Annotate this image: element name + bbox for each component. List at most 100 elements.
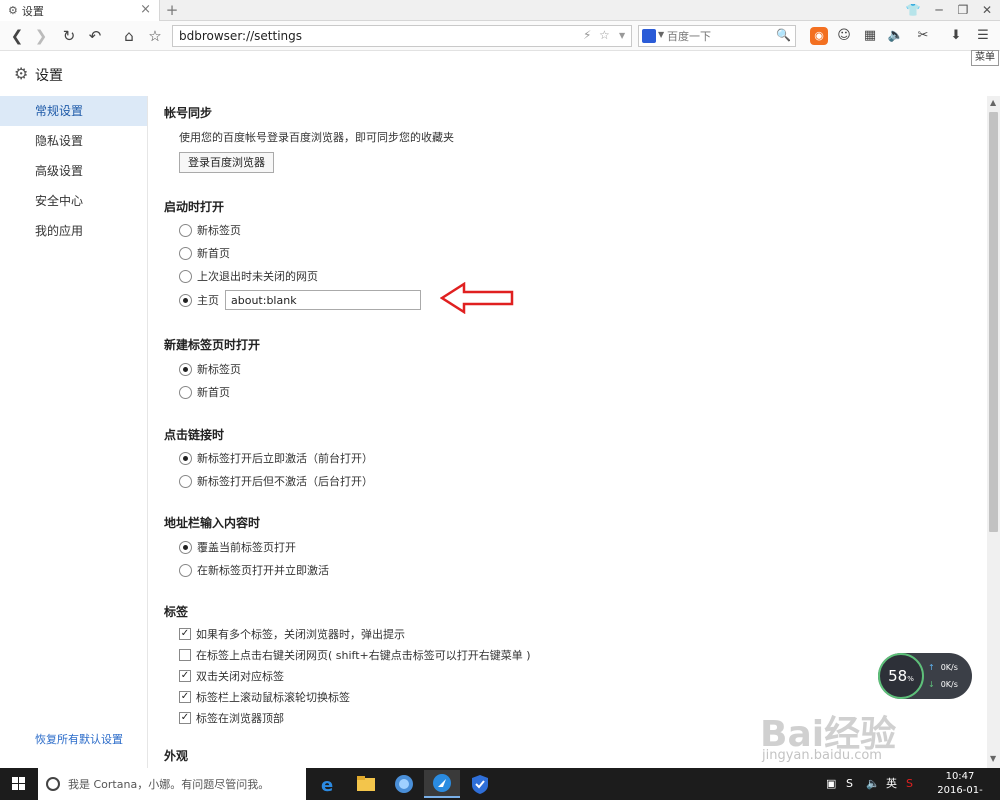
close-tab-icon[interactable]: × <box>140 3 151 17</box>
extension-orange-icon[interactable]: ◉ <box>810 27 828 45</box>
skin-icon[interactable]: 👕 <box>900 0 926 21</box>
chevron-down-icon[interactable]: ▼ <box>658 30 664 39</box>
scroll-up-icon[interactable]: ▲ <box>990 98 996 107</box>
watermark-url: jingyan.baidu.com <box>762 748 882 763</box>
minimize-button[interactable]: ─ <box>926 0 952 21</box>
checkbox-checked[interactable]: ✓ <box>179 691 191 703</box>
radio-button[interactable] <box>179 269 192 283</box>
tabs-option-top[interactable]: ✓ 标签在浏览器顶部 <box>179 709 284 727</box>
lightning-icon[interactable]: ⚡ <box>583 28 591 42</box>
addressbar-option-current[interactable]: 覆盖当前标签页打开 <box>179 538 296 556</box>
startup-option-homepage[interactable]: 主页 <box>179 289 421 311</box>
section-title-links: 点击链接时 <box>164 428 225 442</box>
upload-speed: ↑ 0K/s <box>928 663 958 672</box>
restore-defaults-link[interactable]: 恢复所有默认设置 <box>35 731 123 747</box>
sound-icon[interactable]: 🔈 <box>885 25 907 47</box>
address-bar[interactable]: bdbrowser://settings ⚡ ☆ ▼ <box>172 25 632 47</box>
search-icon[interactable]: 🔍 <box>776 28 791 42</box>
file-explorer-icon[interactable] <box>348 770 384 798</box>
tabs-option-right-click-close[interactable]: 在标签上点击右键关闭网页( shift+右键点击标签可以打开右键菜单 ) <box>179 646 531 664</box>
links-option-background[interactable]: 新标签打开后但不激活（后台打开） <box>179 472 373 490</box>
links-option-foreground[interactable]: 新标签打开后立即激活（前台打开） <box>179 449 373 467</box>
apps-grid-icon[interactable]: ▦ <box>859 25 881 47</box>
windows-logo-icon <box>12 777 25 790</box>
menu-icon[interactable]: ☰ <box>972 25 994 47</box>
forward-button[interactable]: ❯ <box>30 25 52 47</box>
sidebar-item-privacy[interactable]: 隐私设置 <box>0 126 147 156</box>
scroll-down-icon[interactable]: ▼ <box>990 754 996 763</box>
addressbar-option-newtab[interactable]: 在新标签页打开并立即激活 <box>179 561 329 579</box>
content-scrollbar[interactable]: ▲ ▼ <box>987 96 1000 768</box>
radio-button-selected[interactable] <box>179 540 192 554</box>
tray-network-icon[interactable]: ▣ <box>826 768 836 800</box>
reload-button[interactable]: ↻ <box>58 25 80 47</box>
windows-start-button[interactable] <box>0 768 38 800</box>
star-icon[interactable]: ☆ <box>144 25 166 47</box>
edge-app-icon[interactable]: e <box>310 770 346 798</box>
back-button[interactable]: ❮ <box>6 25 28 47</box>
radio-button[interactable] <box>179 223 192 237</box>
chevron-down-icon[interactable]: ▼ <box>619 31 625 40</box>
menu-tooltip: 菜单 <box>971 50 999 66</box>
startup-option-newhome[interactable]: 新首页 <box>179 244 230 262</box>
radio-button[interactable] <box>179 474 192 488</box>
address-text[interactable]: bdbrowser://settings <box>179 29 302 43</box>
radio-button-selected[interactable] <box>179 293 192 307</box>
download-icon[interactable]: ⬇ <box>945 25 967 47</box>
restore-button[interactable]: ❐ <box>950 0 976 21</box>
radio-button-selected[interactable] <box>179 451 192 465</box>
sidebar-item-my-apps[interactable]: 我的应用 <box>0 216 147 246</box>
sidebar-item-advanced[interactable]: 高级设置 <box>0 156 147 186</box>
search-input[interactable] <box>667 28 777 44</box>
cortana-search-box[interactable]: 我是 Cortana，小娜。有问题尽管问我。 <box>38 768 306 800</box>
new-tab-button[interactable]: + <box>163 1 181 19</box>
globe-browser-icon[interactable] <box>386 770 422 798</box>
page-title: 设置 <box>35 68 63 84</box>
newtab-option-newtab[interactable]: 新标签页 <box>179 360 241 378</box>
section-title-addressbar: 地址栏输入内容时 <box>164 516 261 530</box>
network-speed-widget[interactable]: 58% ↑ 0K/s ↓ 0K/s <box>878 653 972 699</box>
tab-settings[interactable]: ⚙ 设置 × <box>0 0 160 21</box>
login-button[interactable]: 登录百度浏览器 <box>179 152 274 173</box>
radio-button[interactable] <box>179 246 192 260</box>
radio-button[interactable] <box>179 385 192 399</box>
baidu-logo-icon[interactable] <box>642 29 656 43</box>
ime-indicator[interactable]: 英 <box>886 768 897 800</box>
tray-app-icon[interactable]: S <box>846 768 853 800</box>
toolbar: ❮ ❯ ↻ ↶ ⌂ ☆ bdbrowser://settings ⚡ ☆ ▼ ▼… <box>0 21 1000 51</box>
startup-option-restore[interactable]: 上次退出时未关闭的网页 <box>179 267 318 285</box>
section-title-appearance: 外观 <box>164 749 189 763</box>
tabs-option-double-click-close[interactable]: ✓ 双击关闭对应标签 <box>179 667 284 685</box>
tray-volume-icon[interactable]: 🔈 <box>866 768 880 800</box>
newtab-option-newhome[interactable]: 新首页 <box>179 383 230 401</box>
checkbox-checked[interactable]: ✓ <box>179 670 191 682</box>
sidebar-item-security[interactable]: 安全中心 <box>0 186 147 216</box>
home-button[interactable]: ⌂ <box>118 25 140 47</box>
tray-sogou-icon[interactable]: S <box>906 768 913 800</box>
checkbox[interactable] <box>179 649 191 661</box>
scroll-thumb[interactable] <box>989 112 998 532</box>
tabs-option-close-prompt[interactable]: ✓ 如果有多个标签，关闭浏览器时，弹出提示 <box>179 625 405 643</box>
search-box[interactable]: ▼ 🔍 <box>638 25 796 47</box>
chat-icon[interactable]: ☺ <box>833 25 855 47</box>
system-clock[interactable]: 10:47 2016-01-15 <box>932 770 988 800</box>
scissors-icon[interactable]: ✂ <box>912 25 934 47</box>
shield-app-icon[interactable] <box>462 770 498 798</box>
tabs-option-scroll-switch[interactable]: ✓ 标签栏上滚动鼠标滚轮切换标签 <box>179 688 350 706</box>
sidebar-item-general[interactable]: 常规设置 <box>0 96 147 126</box>
checkbox-checked[interactable]: ✓ <box>179 712 191 724</box>
memory-usage-indicator: 58% <box>878 653 924 699</box>
checkbox-checked[interactable]: ✓ <box>179 628 191 640</box>
radio-button-selected[interactable] <box>179 362 192 376</box>
annotation-arrow-icon <box>440 282 514 314</box>
clock-date: 2016-01-15 <box>937 785 983 800</box>
baidu-browser-app-icon[interactable] <box>424 770 460 798</box>
radio-button[interactable] <box>179 563 192 577</box>
undo-close-button[interactable]: ↶ <box>84 25 106 47</box>
settings-sidebar: 常规设置 隐私设置 高级设置 安全中心 我的应用 恢复所有默认设置 <box>0 96 148 768</box>
bookmark-star-icon[interactable]: ☆ <box>599 28 610 42</box>
homepage-url-input[interactable] <box>225 290 421 310</box>
account-description: 使用您的百度帐号登录百度浏览器，即可同步您的收藏夹 <box>179 131 454 144</box>
startup-option-newtab[interactable]: 新标签页 <box>179 221 241 239</box>
close-window-button[interactable]: ✕ <box>974 0 1000 21</box>
